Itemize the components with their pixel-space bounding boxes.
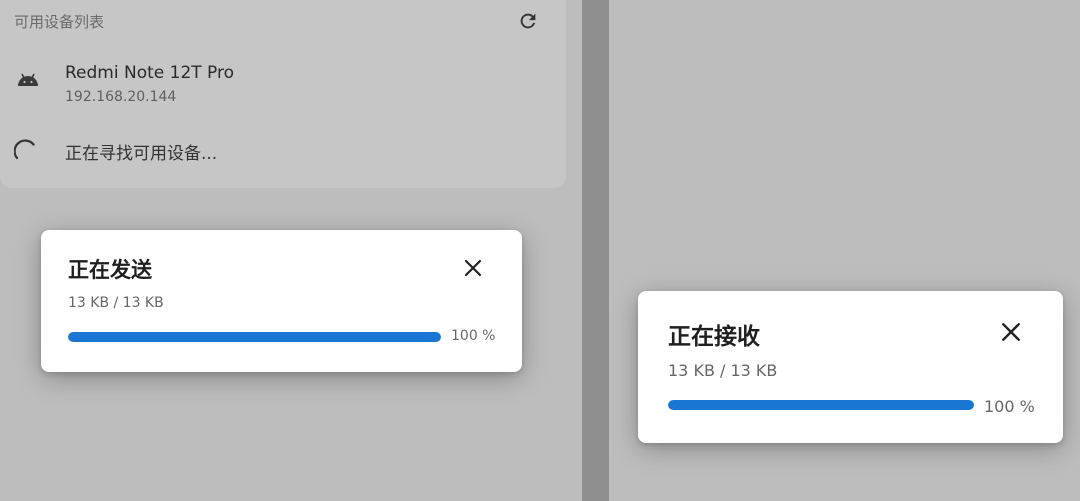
progress-percent: 100 % [984, 397, 1035, 416]
dialog-title: 正在发送 [68, 258, 152, 282]
searching-row: 正在寻找可用设备... [0, 128, 566, 172]
progress-fill [668, 400, 974, 410]
pane-divider [582, 0, 609, 501]
refresh-icon [520, 13, 536, 29]
device-list-title: 可用设备列表 [14, 13, 105, 31]
loading-spinner-icon [14, 139, 35, 160]
android-icon [18, 73, 38, 86]
dialog-title: 正在接收 [668, 324, 760, 350]
close-button[interactable] [459, 254, 487, 282]
close-icon [464, 259, 482, 277]
searching-text: 正在寻找可用设备... [65, 144, 218, 164]
sender-pane: 可用设备列表 Redmi Note 12T Pro 192.168.20.144… [0, 0, 582, 501]
device-ip: 192.168.20.144 [65, 89, 177, 105]
device-name: Redmi Note 12T Pro [65, 63, 235, 83]
close-icon [1002, 323, 1020, 341]
progress-percent: 100 % [451, 328, 496, 344]
progress-bar [68, 332, 441, 342]
refresh-button[interactable] [515, 8, 541, 34]
progress-bar [668, 400, 974, 410]
receive-progress-dialog: 正在接收 13 KB / 13 KB 100 % [638, 291, 1063, 443]
device-list-card: 可用设备列表 Redmi Note 12T Pro 192.168.20.144… [0, 0, 566, 188]
progress-fill [68, 332, 441, 342]
transfer-size: 13 KB / 13 KB [668, 361, 778, 380]
close-button[interactable] [997, 318, 1025, 346]
device-item[interactable]: Redmi Note 12T Pro 192.168.20.144 [0, 54, 566, 116]
send-progress-dialog: 正在发送 13 KB / 13 KB 100 % [41, 230, 522, 372]
transfer-size: 13 KB / 13 KB [68, 295, 164, 311]
